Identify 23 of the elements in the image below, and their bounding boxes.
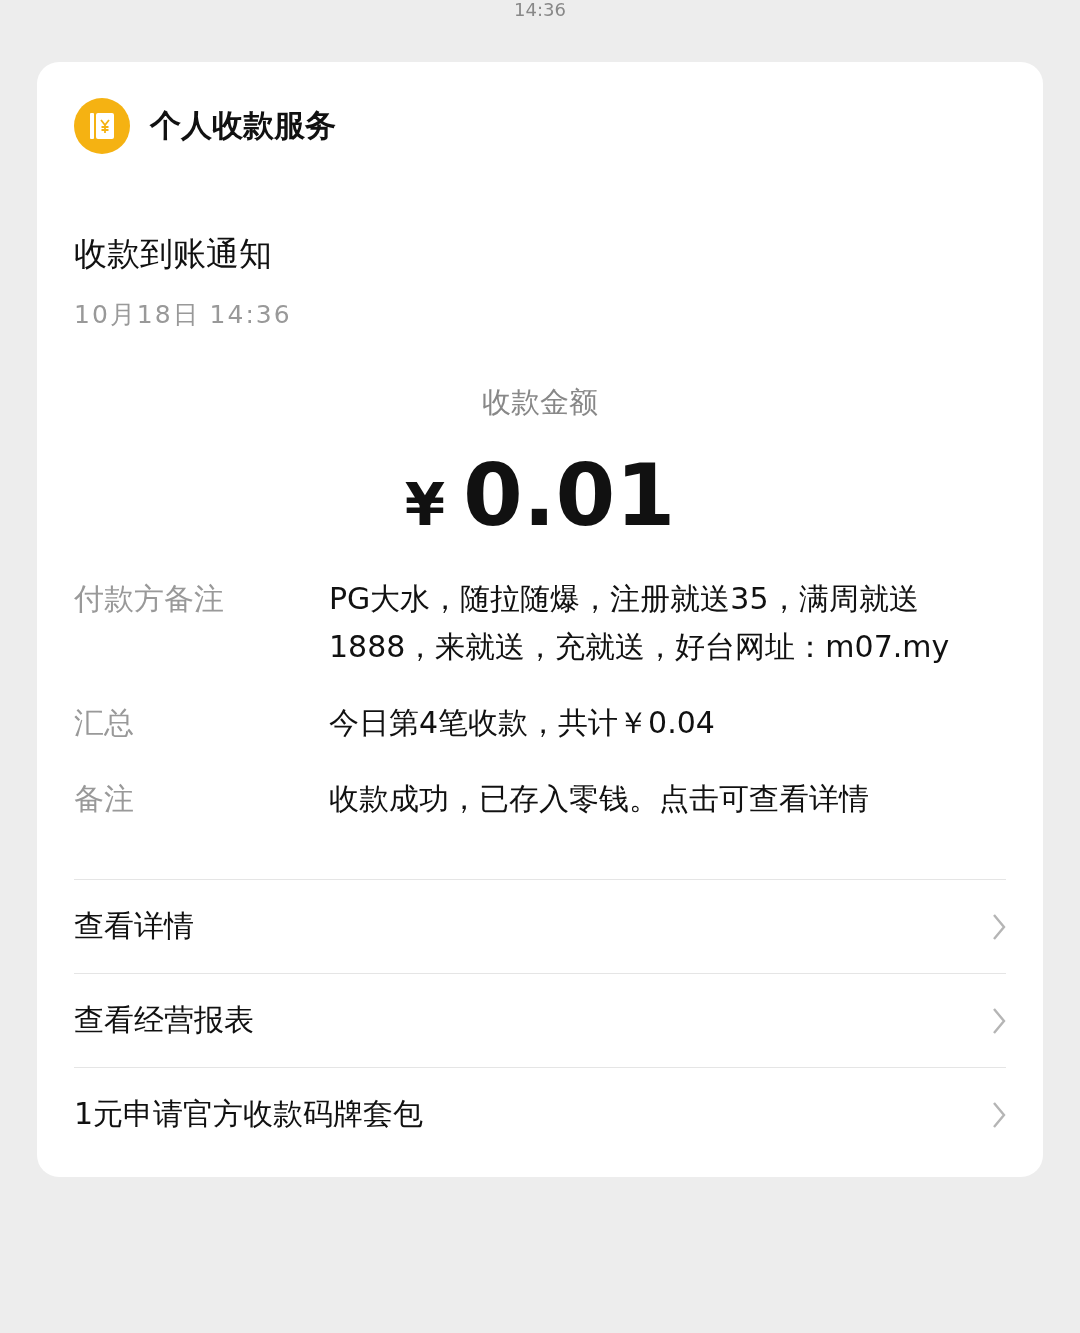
link-text: 查看详情 [74,907,194,945]
chevron-icon [992,912,1006,941]
detail-value: PG大水，随拉随爆，注册就送35，满周就送1888，来就送，充就送，好台网址：m07.my [329,580,951,666]
detail-label: 备注 [74,780,135,818]
notification-date: 10月18日 14:36 [74,299,293,331]
amount-label: 收款金额 [481,384,599,421]
link-row[interactable]: 1元申请官方收款码牌套包 [74,1067,1006,1161]
link-row[interactable]: 查看详情 [74,879,1006,973]
detail-value: 今日第4笔收款，共计￥0.04 [329,704,716,742]
detail-value: 收款成功，已存入零钱。点击可查看详情 [329,780,870,818]
chevron-icon [992,1006,1006,1035]
chevron-icon [992,1100,1006,1129]
detail-label: 汇总 [74,704,135,742]
currency-symbol: ¥ [404,470,446,541]
service-name: 个人收款服务 [150,106,336,145]
detail-label: 付款方备注 [74,580,225,618]
link-row[interactable]: 查看经营报表 [74,973,1006,1067]
status-time: 14:36 [514,0,566,20]
link-text: 查看经营报表 [74,1001,254,1039]
amount-value: 0.01 [463,445,676,545]
wallet-icon [74,98,130,154]
link-text: 1元申请官方收款码牌套包 [74,1095,424,1133]
notification-title: 收款到账通知 [74,233,273,275]
